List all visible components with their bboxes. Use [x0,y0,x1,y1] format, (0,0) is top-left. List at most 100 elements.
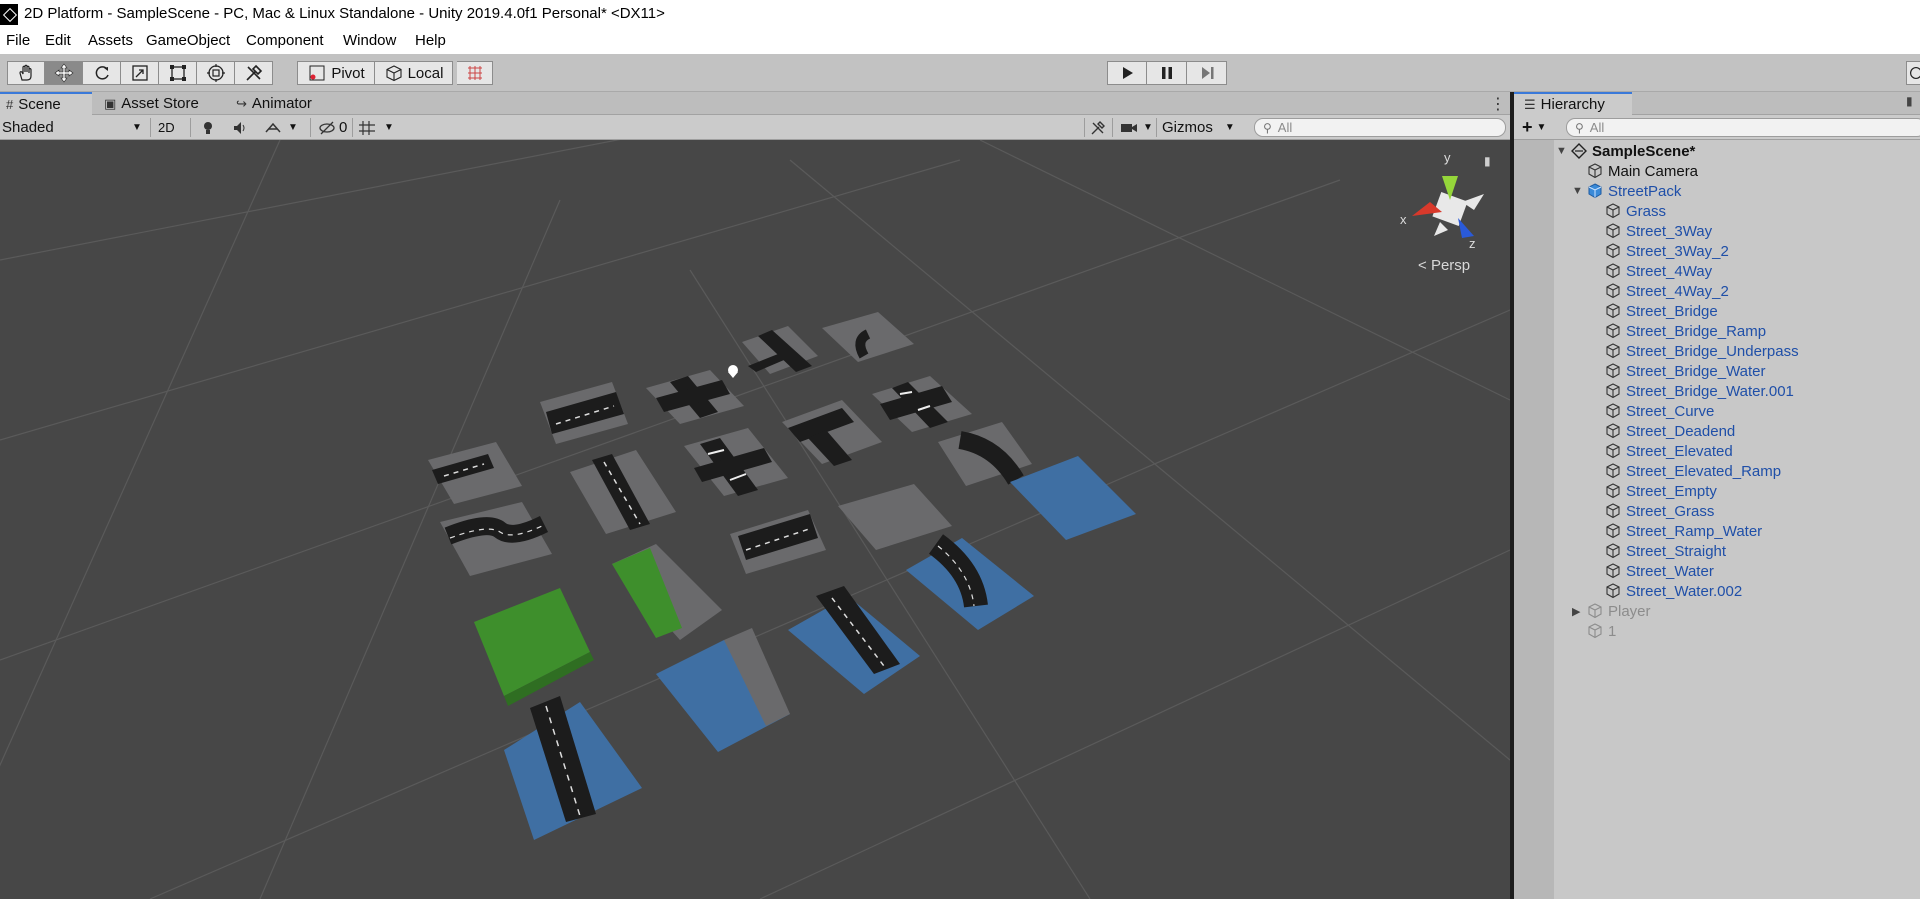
pivot-button[interactable]: Pivot [297,61,375,85]
tab-scene[interactable]: # Scene [0,92,92,115]
menu-edit[interactable]: Edit [45,32,71,49]
rotate-tool-icon [95,66,109,80]
shading-mode-dropdown[interactable]: Shaded ▼ [2,117,144,138]
hierarchy-item[interactable]: Street_4Way_2 [1590,281,1729,301]
hierarchy-item-label: Street_Bridge [1626,302,1718,320]
gameobject-icon [1588,163,1602,179]
scale-tool-button[interactable] [121,61,159,85]
hierarchy-item[interactable]: Street_Water [1590,561,1714,581]
menu-file[interactable]: File [6,32,30,49]
hand-tool-button[interactable] [7,61,45,85]
hierarchy-item[interactable]: Street_Bridge_Water.001 [1590,381,1794,401]
hierarchy-item[interactable]: ▶ Player [1572,601,1651,621]
cloud-icon [1910,67,1920,79]
hierarchy-item[interactable]: Street_Straight [1590,541,1726,561]
gizmos-chevron-icon: ▼ [1224,122,1235,133]
scale-tool-icon [131,65,148,81]
menu-help[interactable]: Help [415,32,446,49]
hierarchy-item[interactable]: Street_Grass [1590,501,1714,521]
expand-arrow-icon[interactable]: ▼ [1556,145,1570,157]
scene-viewport[interactable]: y x z ▮ < Persp [0,140,1510,899]
hierarchy-item[interactable]: Street_Empty [1590,481,1717,501]
step-button[interactable] [1187,61,1227,85]
rotate-tool-button[interactable] [83,61,121,85]
hierarchy-item-label: Grass [1626,202,1667,220]
hierarchy-tab-strip: ☰ Hierarchy ▮ [1514,92,1920,115]
hierarchy-item[interactable]: Street_Elevated [1590,441,1733,461]
pause-button[interactable] [1147,61,1187,85]
custom-tool-button[interactable] [235,61,273,85]
projection-toggle[interactable]: < Persp [1418,257,1470,274]
hierarchy-item[interactable]: Street_Bridge_Water [1590,361,1766,381]
hierarchy-item[interactable]: Street_3Way_2 [1590,241,1729,261]
hierarchy-item[interactable]: Street_3Way [1590,221,1712,241]
tile-grass[interactable] [474,588,590,696]
scene-search-placeholder: All [1277,120,1293,135]
collapse-arrow-icon[interactable]: ▶ [1572,605,1586,618]
hierarchy-item[interactable]: Street_Deadend [1590,421,1735,441]
tab-hierarchy[interactable]: ☰ Hierarchy [1514,92,1632,115]
hierarchy-item-label: Street_Bridge_Underpass [1626,342,1799,360]
expand-arrow-icon[interactable]: ▼ [1572,185,1586,197]
toggle-2d-button[interactable]: 2D [158,117,182,138]
menu-gameobject[interactable]: GameObject [146,32,230,49]
menu-bar: File Edit Assets GameObject Component Wi… [0,29,1920,54]
orientation-gizmo[interactable]: y x z [1400,150,1484,251]
animator-icon: ↪ [236,95,247,111]
hierarchy-item[interactable]: 1 [1572,621,1616,641]
hidden-objects-toggle[interactable]: 0 [318,117,347,138]
play-icon [1123,67,1133,79]
hierarchy-item-label: StreetPack [1608,182,1682,200]
hierarchy-item[interactable]: Street_Ramp_Water [1590,521,1762,541]
hierarchy-item[interactable]: Street_Bridge_Ramp [1590,321,1766,341]
hierarchy-item[interactable]: ▼ StreetPack [1572,181,1681,201]
gameobject-icon [1606,583,1620,599]
hierarchy-item[interactable]: Main Camera [1572,161,1698,181]
lock-icon[interactable]: ▮ [1484,154,1491,168]
light-gizmo[interactable] [728,365,738,378]
rect-tool-button[interactable] [159,61,197,85]
lighting-toggle[interactable] [200,117,216,138]
scene-canvas[interactable]: y x z [0,140,1510,899]
menu-assets[interactable]: Assets [88,32,133,49]
move-tool-button[interactable] [45,61,83,85]
move-tool-icon [54,63,73,83]
hierarchy-item-label: Street_Elevated_Ramp [1626,462,1782,480]
scene-root-row[interactable]: ▼ SampleScene* [1556,141,1695,161]
play-button[interactable] [1107,61,1147,85]
tab-animator[interactable]: ↪ Animator [234,92,334,115]
hierarchy-item[interactable]: Street_Elevated_Ramp [1590,461,1781,481]
hierarchy-lock-icon[interactable]: ▮ [1906,94,1913,108]
hierarchy-item-label: Street_3Way_2 [1626,242,1729,260]
tile-street-empty[interactable] [838,484,952,550]
menu-window[interactable]: Window [343,32,396,49]
tab-asset-store[interactable]: ▣ Asset Store [100,92,210,115]
hierarchy-item[interactable]: Grass [1590,201,1666,221]
hierarchy-item[interactable]: Street_Curve [1590,401,1714,421]
persp-chevron-icon: < [1418,257,1427,274]
hierarchy-item[interactable]: Street_4Way [1590,261,1712,281]
snap-button[interactable] [457,61,493,85]
tile-street-water[interactable] [1010,456,1136,540]
audio-toggle[interactable] [232,117,248,138]
more-options-icon[interactable]: ⋮ [1490,94,1506,114]
local-button[interactable]: Local [375,61,453,85]
hierarchy-search-input[interactable]: ⚲ All [1566,118,1920,137]
scene-search-input[interactable]: ⚲ All [1254,118,1506,137]
gizmos-dropdown[interactable]: Gizmos ▼ [1162,117,1235,138]
hierarchy-item[interactable]: Street_Water.002 [1590,581,1742,601]
hierarchy-item[interactable]: Street_Bridge_Underpass [1590,341,1799,361]
gameobject-icon [1606,303,1620,319]
transform-tool-button[interactable] [197,61,235,85]
search-icon: ⚲ [1263,120,1272,135]
tools-settings-button[interactable] [1090,117,1106,138]
camera-settings-button[interactable]: ▼ [1120,117,1153,138]
menu-component[interactable]: Component [246,32,324,49]
effects-toggle[interactable]: ▼ [264,117,298,138]
grid-toggle[interactable]: ▼ [358,117,394,138]
cloud-button[interactable] [1906,61,1920,85]
speaker-icon [234,121,245,134]
hierarchy-item-label: Street_Elevated [1626,442,1733,460]
create-dropdown[interactable]: + ▼ [1522,117,1546,138]
hierarchy-item[interactable]: Street_Bridge [1590,301,1718,321]
